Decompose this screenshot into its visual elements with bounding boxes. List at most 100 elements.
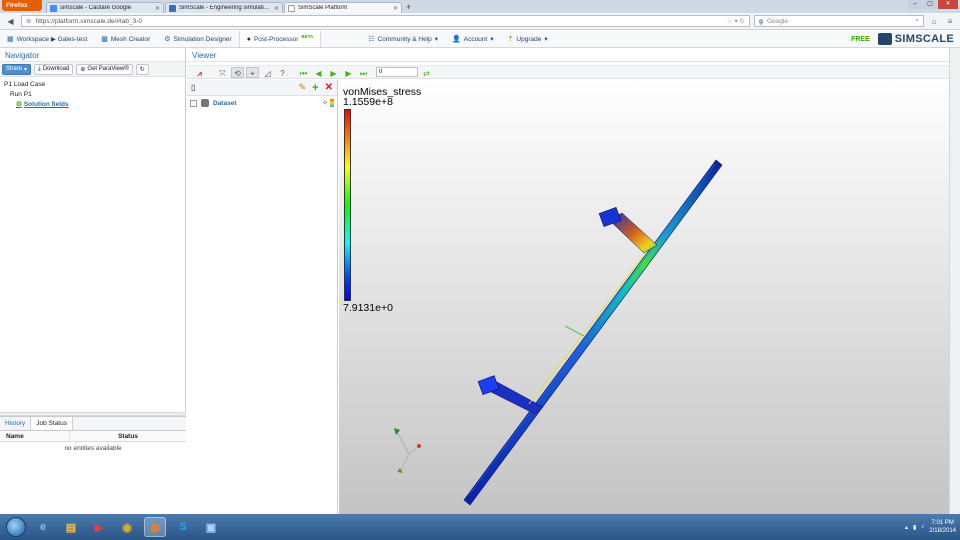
workspace-icon: ▦ (7, 36, 14, 43)
get-paraview-button[interactable]: ⊛ Get ParaView® (76, 63, 133, 75)
close-tab-icon[interactable]: ✕ (155, 5, 160, 12)
tab-workspace[interactable]: ▦ Workspace ▶ Gales-test (0, 31, 94, 47)
browser-tab[interactable]: SimScale - Engineering simulation in ...… (165, 2, 283, 13)
beta-badge: BETA (301, 33, 314, 39)
paraview-label: Get ParaView® (87, 66, 129, 72)
clock[interactable]: 7:01 PM 2/18/2014 (929, 519, 956, 535)
frame-input[interactable] (376, 67, 418, 77)
phone-icon[interactable]: ▯ (191, 83, 195, 92)
chrome-icon[interactable]: ◉ (116, 517, 138, 537)
edit-icon[interactable]: ✎ (299, 82, 307, 93)
network-icon[interactable]: ▮ (913, 524, 916, 531)
first-frame-icon[interactable]: ⏮ (297, 67, 310, 78)
tab-post-processor[interactable]: ● Post-Processor BETA (238, 31, 322, 47)
last-frame-icon[interactable]: ⏭ (357, 67, 370, 78)
tree-solution-label: Solution fields (23, 101, 69, 108)
search-bar[interactable]: g Google ⌕ (754, 15, 924, 27)
add-icon[interactable]: + (312, 82, 318, 94)
checkbox[interactable] (190, 99, 197, 107)
media-player-icon[interactable]: ▶ (88, 517, 110, 537)
render-canvas[interactable]: vonMises_stress 1.1559e+8 7.9131e+0 (339, 80, 949, 514)
browser-tab-active[interactable]: SimScale Platform ✕ (284, 2, 402, 13)
back-icon[interactable]: ◀ (4, 16, 17, 27)
job-status-panel: History Job Status Name Status no entiti… (0, 416, 186, 514)
axis-y-arrow (394, 428, 400, 435)
viewer-panel: Viewer ⩘ ⤧ ⟲ ⌖ ◿ ? ⏮ ◀ ▶ ▶ ⏭ ⇄ ▯ ✎ + ✕ D… (187, 48, 949, 514)
refresh-icon: ↻ (139, 66, 145, 73)
bookmark-star-icon[interactable]: ☆ ▾ ↻ (727, 17, 745, 25)
loop-icon[interactable]: ⇄ (420, 67, 433, 78)
window-controls: – ▢ ✕ (908, 0, 958, 9)
empty-message: no entities available (64, 445, 122, 452)
tab-mesh-creator[interactable]: ▩ Mesh Creator (94, 31, 157, 47)
browser-tab-strip: Firefox simscale - Căutare Google ✕ SimS… (0, 0, 960, 13)
delete-icon[interactable]: ✕ (325, 82, 333, 93)
help-icon[interactable]: ? (276, 67, 289, 78)
home-icon[interactable]: ⌂ (928, 16, 940, 27)
volume-icon[interactable]: ♪ (921, 524, 924, 530)
browser-tab[interactable]: simscale - Căutare Google ✕ (46, 2, 164, 13)
dataset-actions: ⁘ (322, 99, 334, 107)
next-frame-icon[interactable]: ▶ (342, 67, 355, 78)
close-tab-icon[interactable]: ✕ (274, 5, 279, 12)
previous-frame-icon[interactable]: ◀ (312, 67, 325, 78)
tab-job-status[interactable]: Job Status (30, 417, 73, 430)
upgrade-icon: ⇡ (507, 36, 514, 43)
pick-icon[interactable]: ⌖ (246, 66, 259, 78)
share-button[interactable]: Share ▾ (2, 63, 32, 75)
chevron-down-icon: ▾ (544, 36, 548, 43)
close-window-icon[interactable]: ✕ (938, 0, 958, 9)
column-status[interactable]: Status (70, 431, 186, 441)
internet-explorer-icon[interactable]: e (32, 517, 54, 537)
tree-run[interactable]: Run P1 (4, 90, 181, 100)
points-icon[interactable]: ⁘ (322, 99, 328, 107)
column-name[interactable]: Name (0, 431, 70, 441)
dataset-row[interactable]: Dataset ⁘ (187, 96, 337, 110)
paraview-logo-icon[interactable]: ⩘ (193, 67, 206, 78)
tab-workspace-label: Workspace ▶ Gales-test (16, 36, 88, 43)
menu-account[interactable]: 👤 Account ▾ (445, 31, 500, 47)
tree-load-case[interactable]: P1 Load Case (4, 80, 181, 90)
tab-history[interactable]: History (0, 417, 30, 430)
close-tab-icon[interactable]: ✕ (393, 5, 398, 12)
ruler-icon[interactable]: ◿ (261, 67, 274, 78)
refresh-button[interactable]: ↻ (135, 63, 149, 75)
tab-simulation-designer[interactable]: ⚙ Simulation Designer (157, 31, 238, 47)
tab-post-processor-label: Post-Processor (253, 35, 299, 43)
minimize-icon[interactable]: – (908, 0, 922, 9)
play-icon[interactable]: ▶ (327, 67, 340, 78)
system-tray: ▴ ▮ ♪ 7:01 PM 2/18/2014 (905, 519, 960, 535)
colormap-icon[interactable] (330, 99, 334, 107)
folder-icon[interactable]: ▤ (60, 517, 82, 537)
start-button[interactable] (6, 517, 26, 537)
download-button[interactable]: ⤓ Download (34, 63, 74, 75)
tray-chevron-icon[interactable]: ▴ (905, 524, 908, 531)
menu-community-help[interactable]: ☷ Community & Help ▾ (361, 31, 445, 47)
pipeline-toolbar: ▯ ✎ + ✕ (187, 80, 337, 96)
logo-text: SIMSCALE (894, 33, 954, 45)
navigator-tree: P1 Load Case Run P1 ⚙ Solution fields (0, 77, 185, 113)
firefox-icon[interactable]: ◍ (144, 517, 166, 537)
main-beam (463, 159, 723, 506)
tree-solution-fields[interactable]: ⚙ Solution fields (4, 100, 181, 110)
menu-upgrade[interactable]: ⇡ Upgrade ▾ (501, 31, 555, 47)
url-bar[interactable]: ⊕ https://platform.simscale.de/#tab_3-0 … (21, 15, 750, 27)
menu-upgrade-label: Upgrade (516, 35, 542, 43)
windows-taskbar: e ▤ ▶ ◉ ◍ S ▣ ▴ ▮ ♪ 7:01 PM 2/18/2014 (0, 514, 960, 540)
simscale-logo[interactable]: SIMSCALE (877, 31, 960, 47)
right-scrollbar[interactable] (949, 48, 960, 514)
menu-icon[interactable]: ≡ (944, 16, 956, 27)
share-label: Share (6, 66, 23, 72)
new-tab-button[interactable]: + (406, 2, 411, 13)
navigator-title: Navigator (0, 48, 185, 62)
maximize-icon[interactable]: ▢ (923, 0, 937, 9)
reset-camera-icon[interactable]: ⤧ (216, 67, 229, 78)
firefox-menu-button[interactable]: Firefox (2, 0, 42, 11)
search-icon[interactable]: ⌕ (915, 17, 919, 25)
network-app-icon[interactable]: ▣ (200, 517, 222, 537)
skype-icon[interactable]: S (172, 517, 194, 537)
axis-z-arrow (397, 468, 403, 473)
globe-icon: ⊕ (26, 18, 32, 25)
probe-line-mark (564, 325, 585, 337)
rotate-icon[interactable]: ⟲ (231, 66, 244, 78)
